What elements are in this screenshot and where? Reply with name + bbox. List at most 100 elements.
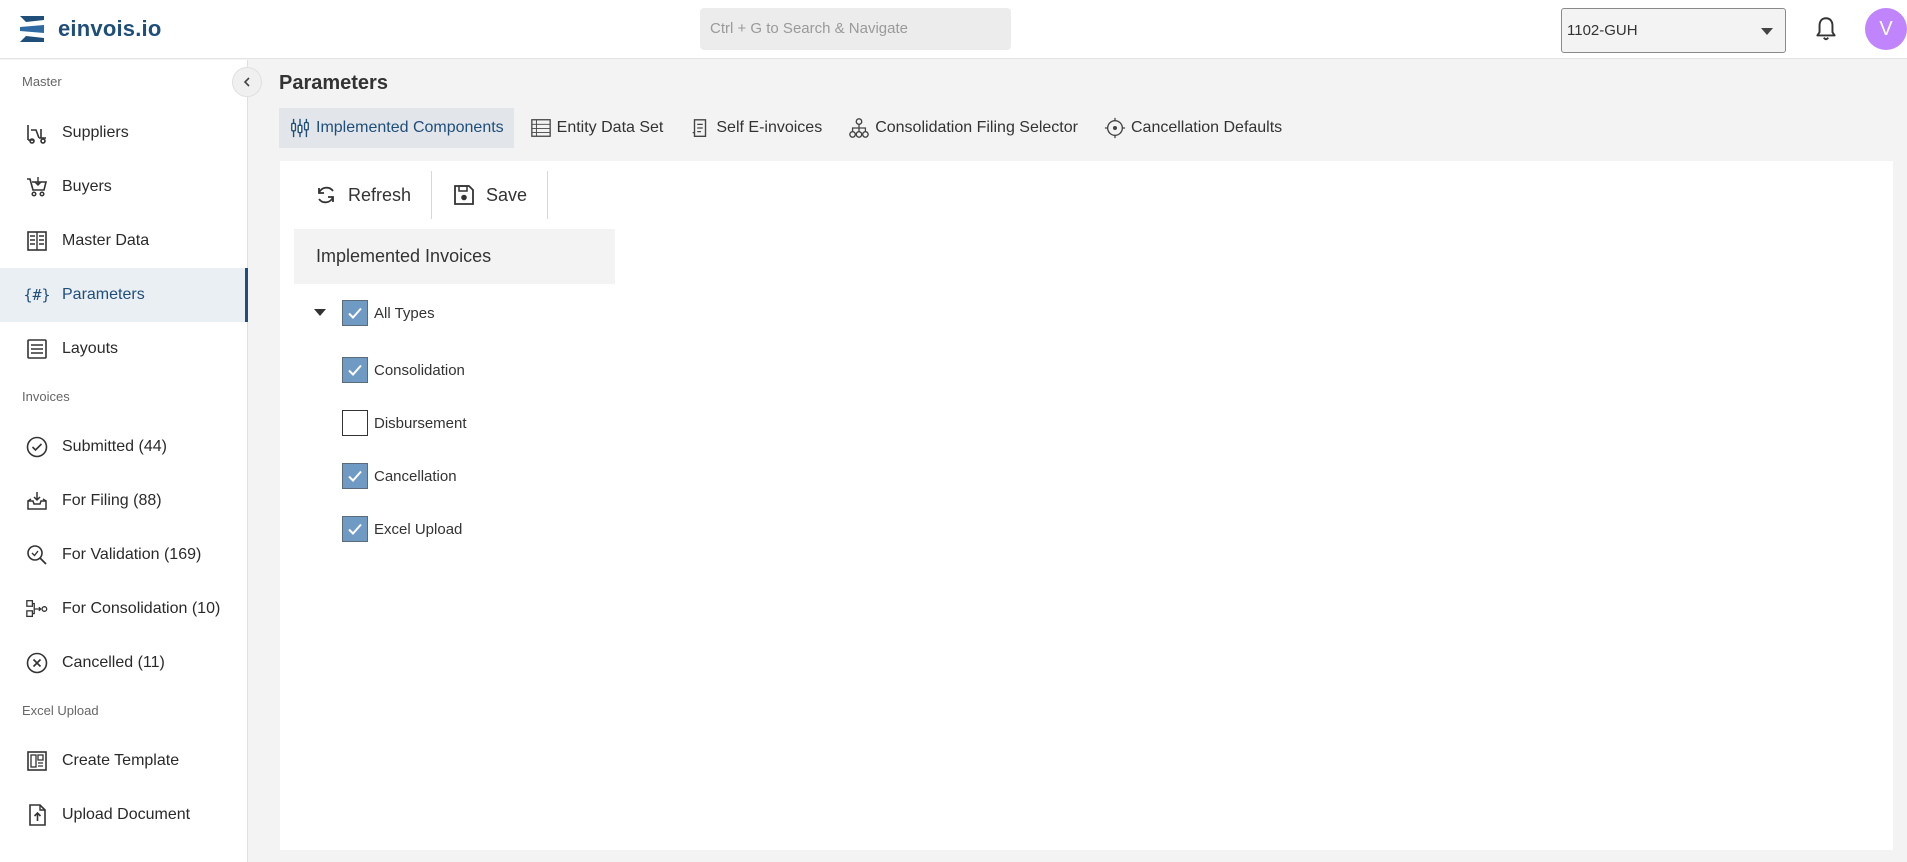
refresh-icon <box>318 186 334 204</box>
cancel-circle-icon <box>24 650 50 676</box>
hierarchy-icon <box>849 118 870 138</box>
tab-consolidation-filing-selector[interactable]: Consolidation Filing Selector <box>838 108 1088 148</box>
tab-implemented-components[interactable]: Implemented Components <box>279 108 514 148</box>
checkbox-cancellation[interactable] <box>342 463 368 489</box>
target-icon <box>1104 117 1126 139</box>
tab-bar: Implemented Components Entity Data Set S… <box>279 108 1298 148</box>
user-avatar[interactable]: V <box>1865 8 1907 50</box>
sidebar-item-suppliers[interactable]: Suppliers <box>0 106 248 160</box>
template-icon <box>24 748 50 774</box>
organization-select-value: 1102-GUH <box>1567 22 1638 39</box>
tab-self-e-invoices[interactable]: Self E-invoices <box>679 108 832 148</box>
sidebar-item-label: For Filing (88) <box>62 492 162 509</box>
svg-text:{#}: {#} <box>25 286 49 304</box>
checkbox-all-types[interactable] <box>342 300 368 326</box>
toolbar: Refresh Save <box>294 171 549 219</box>
sidebar-item-label: Suppliers <box>62 124 129 141</box>
sidebar-item-label: For Consolidation (10) <box>62 600 221 617</box>
code-hash-icon: {#} <box>24 282 50 308</box>
tree-node-cancellation[interactable]: Cancellation <box>342 461 457 491</box>
tree-node-label: Cancellation <box>374 467 457 485</box>
checkmark-icon <box>348 470 362 482</box>
tree-node-excel-upload[interactable]: Excel Upload <box>342 514 462 544</box>
sidebar-item-master-data[interactable]: Master Data <box>0 214 248 268</box>
sidebar-section-master: Master <box>22 74 62 89</box>
tree-expand-toggle[interactable] <box>314 309 326 316</box>
sidebar-item-buyers[interactable]: Buyers <box>0 160 248 214</box>
sidebar-item-label: Buyers <box>62 178 112 195</box>
list-icon <box>24 336 50 362</box>
section-header: Implemented Invoices <box>294 229 615 284</box>
inbox-icon <box>24 488 50 514</box>
tree-node-consolidation[interactable]: Consolidation <box>342 355 465 385</box>
tab-label: Self E-invoices <box>716 119 823 136</box>
tab-label: Cancellation Defaults <box>1130 119 1283 136</box>
sidebar-item-upload-document[interactable]: Upload Document <box>0 788 248 842</box>
sidebar-item-for-filing[interactable]: For Filing (88) <box>0 474 248 528</box>
magnify-check-icon <box>24 542 50 568</box>
sidebar-item-label: Upload Document <box>62 806 191 823</box>
tab-label: Implemented Components <box>316 119 504 136</box>
app-logo[interactable]: einvois.io <box>18 11 161 47</box>
sidebar-collapse-button[interactable] <box>232 67 262 97</box>
organization-select[interactable]: 1102-GUH <box>1561 8 1786 53</box>
sidebar-item-label: Create Template <box>62 752 180 769</box>
sidebar-item-label: Submitted (44) <box>62 438 167 455</box>
tree-node-all-types[interactable]: All Types <box>342 298 435 328</box>
sidebar-item-parameters[interactable]: {#} Parameters <box>0 268 248 322</box>
tab-label: Entity Data Set <box>556 119 664 136</box>
refresh-button-label: Refresh <box>348 184 412 205</box>
save-icon <box>454 185 474 205</box>
save-button-label: Save <box>486 184 528 205</box>
search-input[interactable]: Ctrl + G to Search & Navigate <box>700 8 1011 50</box>
save-button[interactable]: Save <box>432 171 549 219</box>
sidebar-item-label: Layouts <box>62 340 119 357</box>
merge-icon <box>24 596 50 622</box>
components-icon <box>291 118 309 138</box>
sidebar-item-for-validation[interactable]: For Validation (169) <box>0 528 248 582</box>
logo-mark-icon <box>20 16 44 42</box>
caret-down-icon <box>1761 28 1773 35</box>
ledger-icon <box>24 228 50 254</box>
checkmark-icon <box>348 364 362 376</box>
sidebar-item-label: For Validation (169) <box>62 546 202 563</box>
checkbox-disbursement[interactable] <box>342 410 368 436</box>
content-panel: Refresh Save Implemented Invoices All Ty… <box>280 161 1893 850</box>
sidebar-item-submitted[interactable]: Submitted (44) <box>0 420 248 474</box>
notifications-button[interactable] <box>1813 15 1839 43</box>
tree-node-label: All Types <box>374 304 435 322</box>
table-icon <box>530 119 551 137</box>
forklift-icon <box>24 120 50 146</box>
sidebar-item-create-template[interactable]: Create Template <box>0 734 248 788</box>
sidebar-item-label: Parameters <box>62 286 145 303</box>
chevron-left-icon <box>243 77 250 87</box>
page-title: Parameters <box>279 72 388 94</box>
sidebar-item-label: Master Data <box>62 232 150 249</box>
sidebar-item-cancelled[interactable]: Cancelled (11) <box>0 636 248 690</box>
sidebar-section-invoices: Invoices <box>22 389 70 404</box>
tree-node-label: Consolidation <box>374 361 465 379</box>
cart-icon <box>24 174 50 200</box>
sidebar-item-label: Cancelled (11) <box>62 654 165 671</box>
sidebar-item-layouts[interactable]: Layouts <box>0 322 248 376</box>
sidebar: Master Suppliers Buyers Master Data {#} … <box>0 60 248 862</box>
checkmark-icon <box>348 523 362 535</box>
tab-cancellation-defaults[interactable]: Cancellation Defaults <box>1094 108 1292 148</box>
tab-label: Consolidation Filing Selector <box>875 119 1078 136</box>
top-bar: einvois.io Ctrl + G to Search & Navigate… <box>0 0 1907 59</box>
tree-node-disbursement[interactable]: Disbursement <box>342 408 467 438</box>
bell-icon <box>1816 17 1836 41</box>
tree-node-label: Excel Upload <box>374 520 463 538</box>
checkbox-consolidation[interactable] <box>342 357 368 383</box>
refresh-button[interactable]: Refresh <box>294 171 433 219</box>
checkbox-excel-upload[interactable] <box>342 516 368 542</box>
check-circle-icon <box>24 434 50 460</box>
checkmark-icon <box>348 307 362 319</box>
sidebar-section-excel-upload: Excel Upload <box>22 703 99 718</box>
receipt-icon <box>693 119 707 137</box>
tree-node-label: Disbursement <box>374 414 467 432</box>
app-name: einvois.io <box>58 16 162 41</box>
file-upload-icon <box>24 802 50 828</box>
sidebar-item-for-consolidation[interactable]: For Consolidation (10) <box>0 582 248 636</box>
tab-entity-data-set[interactable]: Entity Data Set <box>520 108 674 148</box>
